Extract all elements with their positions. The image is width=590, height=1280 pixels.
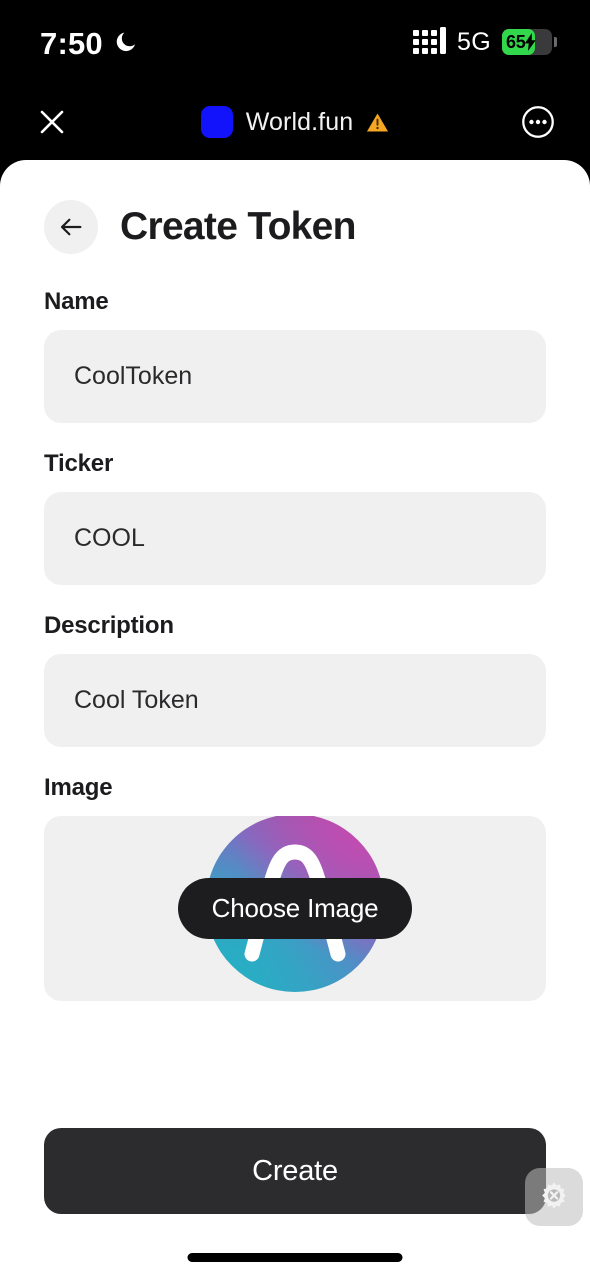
- app-identity: World.fun: [200, 106, 389, 138]
- network-type-label: 5G: [457, 27, 491, 56]
- battery-percent-label: 65: [506, 31, 526, 52]
- field-image-label: Image: [44, 774, 113, 801]
- home-indicator: [187, 1253, 403, 1262]
- ticker-input[interactable]: [44, 492, 546, 585]
- phone-screen: 7:50 5G 65 World.fun Create Token Name C…: [0, 0, 590, 1280]
- app-header: World.fun: [0, 84, 590, 160]
- crescent-moon-icon: [114, 30, 138, 54]
- more-options-button[interactable]: [514, 98, 562, 146]
- content-sheet: Create Token Name Ticker Description Ima…: [0, 160, 590, 1280]
- status-bar-left: 7:50: [40, 26, 138, 59]
- app-badge-icon: [200, 106, 233, 138]
- field-description-label: Description: [44, 612, 174, 639]
- warning-triangle-icon: [367, 112, 389, 132]
- image-upload-area[interactable]: Choose Image: [44, 816, 546, 1001]
- cellular-signal-icon: [413, 27, 447, 54]
- gear-tools-icon: [542, 1182, 566, 1209]
- close-icon: [40, 110, 64, 134]
- status-bar: 7:50 5G 65: [0, 0, 590, 84]
- charging-bolt-icon: [525, 33, 537, 51]
- field-image: Image Choose Image: [44, 774, 546, 1001]
- status-bar-right: 5G 65: [413, 27, 557, 57]
- field-ticker: Ticker: [44, 450, 546, 585]
- field-name: Name: [44, 288, 546, 423]
- page-title: Create Token: [120, 205, 356, 248]
- description-input[interactable]: [44, 654, 546, 747]
- status-time: 7:50: [40, 25, 103, 61]
- dev-tools-button[interactable]: [525, 1168, 583, 1226]
- create-button[interactable]: Create: [44, 1128, 546, 1214]
- close-button[interactable]: [28, 98, 76, 146]
- field-name-label: Name: [44, 288, 109, 315]
- page-header: Create Token: [0, 160, 590, 254]
- field-ticker-label: Ticker: [44, 450, 114, 477]
- choose-image-button[interactable]: Choose Image: [177, 878, 413, 939]
- create-token-form: Name Ticker Description Image: [0, 288, 590, 1001]
- back-button[interactable]: [44, 200, 98, 254]
- field-description: Description: [44, 612, 546, 747]
- name-input[interactable]: [44, 330, 546, 423]
- app-name-label: World.fun: [245, 107, 354, 136]
- battery-indicator: 65: [502, 29, 557, 55]
- ellipsis-circle-icon: [522, 106, 554, 138]
- arrow-left-icon: [60, 218, 82, 236]
